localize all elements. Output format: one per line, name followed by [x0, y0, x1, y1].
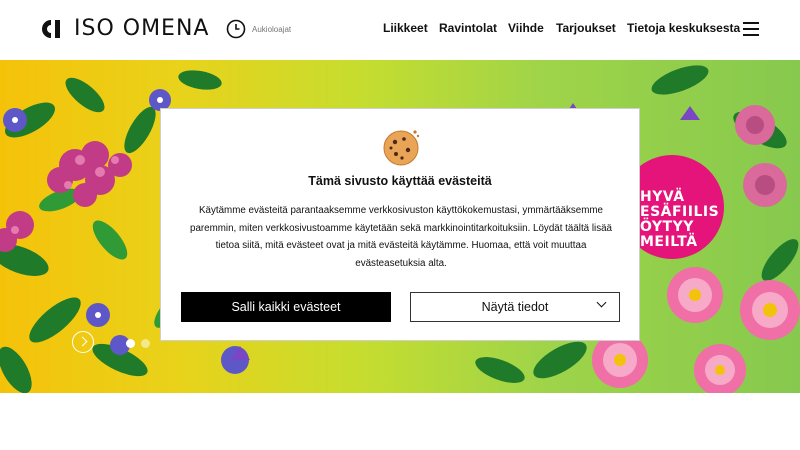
nav-item-liikkeet[interactable]: Liikkeet: [383, 21, 428, 35]
opening-hours-label: Aukioloajat: [252, 24, 292, 34]
cookie-body-line: Käytämme evästeitä parantaaksemme verkko…: [198, 205, 603, 216]
clock-icon: [226, 19, 246, 39]
cookie-body-line: paremmin, miten verkkosivustoamme käytet…: [190, 222, 612, 234]
promo-badge-line: HYVÄ: [640, 189, 685, 205]
show-details-label: Näytä tiedot: [481, 300, 549, 314]
promo-badge-line: MEILTÄ: [640, 234, 698, 250]
opening-hours-link[interactable]: Aukioloajat: [226, 19, 291, 39]
show-details-button[interactable]: Näytä tiedot: [410, 292, 620, 322]
carousel-next-arrow-icon[interactable]: [72, 331, 94, 353]
nav-item-viihde[interactable]: Viihde: [508, 21, 544, 35]
cookie-body-line: tietoa siitä, mitä evästeet ovat ja mitä…: [215, 240, 587, 251]
logo-mark-icon: [42, 20, 60, 38]
promo-badge-line: ESÄFIILIS: [640, 204, 720, 220]
promo-badge-line: ÖYTYY: [640, 219, 694, 235]
logo[interactable]: ISO OMENA: [40, 18, 209, 40]
nav-item-ravintolat[interactable]: Ravintolat: [439, 21, 497, 35]
promo-badge-text: HYVÄ ESÄFIILIS ÖYTYY MEILTÄ: [640, 189, 720, 250]
cookie-dialog-title: Tämä sivusto käyttää evästeitä: [308, 174, 492, 188]
nav-item-tietoja-keskuksesta[interactable]: Tietoja keskuksesta: [627, 21, 740, 35]
carousel-dot-2[interactable]: [141, 339, 150, 348]
site-header: ISO OMENA Aukioloajat Liikkeet Ravintola…: [0, 0, 800, 60]
hamburger-menu-icon[interactable]: [743, 22, 759, 36]
carousel-dot-1[interactable]: [126, 339, 135, 348]
nav-item-tarjoukset[interactable]: Tarjoukset: [556, 21, 616, 35]
cookie-body-line: evästeasetuksia alta.: [355, 257, 447, 269]
allow-all-cookies-button[interactable]: Salli kaikki evästeet: [181, 292, 391, 322]
cookie-consent-dialog: Tämä sivusto käyttää evästeitä Käytämme …: [160, 108, 640, 341]
brand-name: ISO OMENA: [74, 16, 210, 41]
cookie-dialog-body: Käytämme evästeitä parantaaksemme verkko…: [181, 202, 621, 272]
cookie-icon: [383, 130, 420, 166]
chevron-down-icon: [596, 297, 607, 308]
